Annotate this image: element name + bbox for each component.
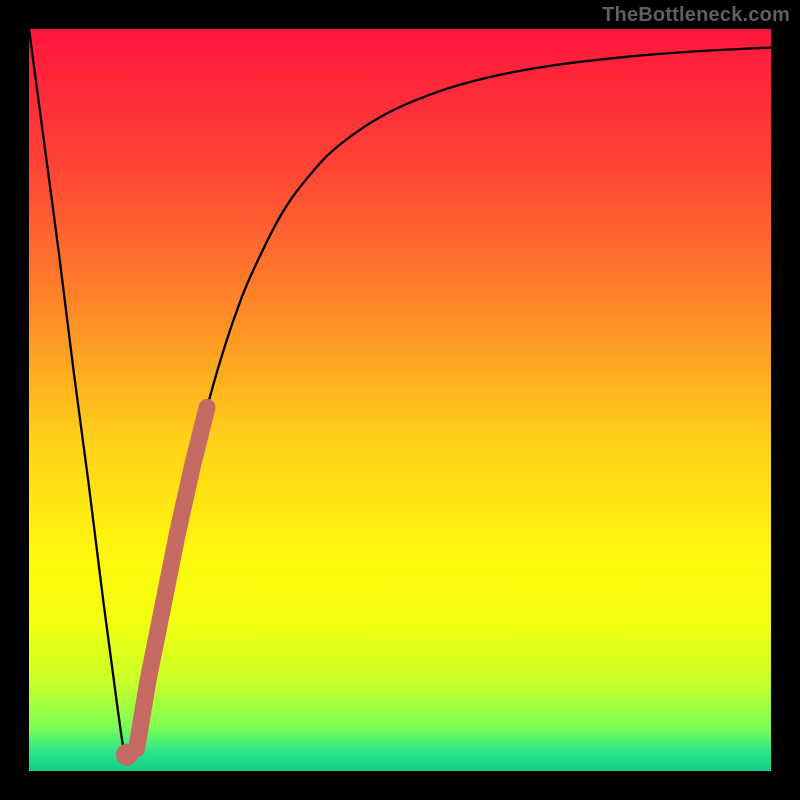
attribution-watermark: TheBottleneck.com — [602, 4, 790, 27]
chart-frame: TheBottleneck.com — [0, 0, 800, 800]
highlight-dot — [116, 744, 138, 766]
gradient-background — [29, 29, 771, 771]
plot-area — [29, 29, 771, 771]
bottleneck-chart — [29, 29, 771, 771]
